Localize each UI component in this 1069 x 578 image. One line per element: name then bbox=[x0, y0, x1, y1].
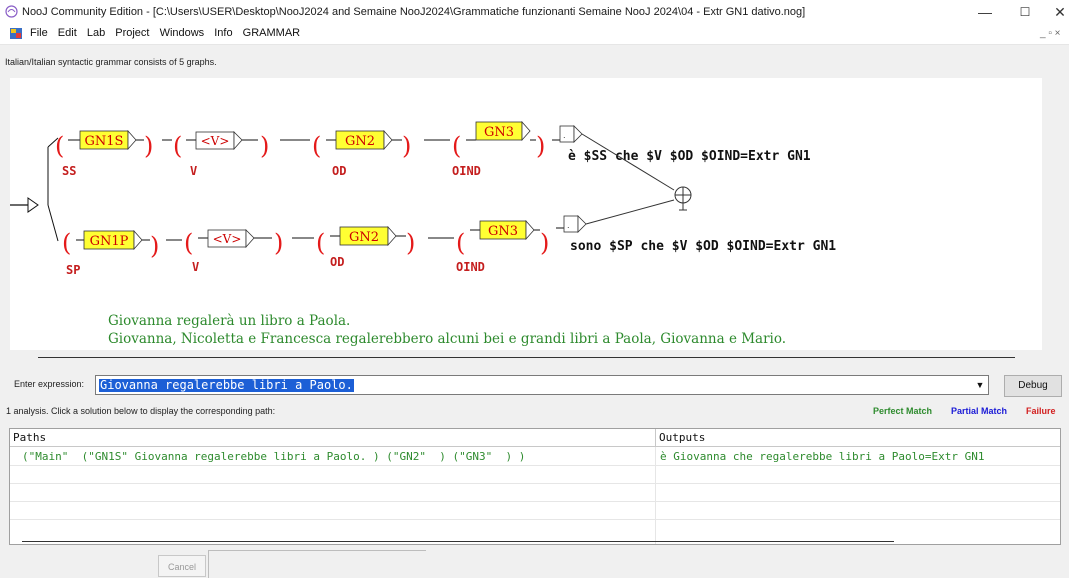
node-gn2[interactable]: GN2 bbox=[335, 129, 393, 151]
nooj-app-icon bbox=[5, 5, 18, 18]
node-gn3[interactable]: GN3 bbox=[479, 219, 535, 241]
paren-open: ( bbox=[62, 229, 71, 257]
node-gn1s[interactable]: GN1S bbox=[79, 129, 137, 151]
var-label-ss: SS bbox=[62, 164, 76, 178]
results-table[interactable]: Paths Outputs ("Main" ("GN1S" Giovanna r… bbox=[9, 428, 1061, 545]
var-label-od: OD bbox=[330, 255, 344, 269]
paren-open: ( bbox=[55, 132, 64, 160]
node-v[interactable]: <V> bbox=[207, 229, 255, 249]
menu-file[interactable]: File bbox=[30, 27, 48, 39]
paren-open: ( bbox=[184, 229, 193, 257]
node-v-label: <V> bbox=[201, 134, 230, 148]
paren-close: ) bbox=[144, 132, 153, 160]
graph-row-1: ( GN1S ) SS ( <V> ) V (GN2) OD (GN3)… bbox=[55, 120, 811, 191]
paren-close: ) bbox=[536, 132, 545, 160]
node-gn2-label: GN2 bbox=[349, 230, 379, 245]
splitter[interactable] bbox=[38, 357, 1015, 358]
cancel-button[interactable]: Cancel bbox=[158, 555, 206, 577]
maximize-button[interactable]: ☐ bbox=[1005, 0, 1045, 24]
chevron-down-icon[interactable]: ▼ bbox=[972, 376, 988, 394]
analysis-status: 1 analysis. Click a solution below to di… bbox=[6, 406, 276, 416]
window-title: NooJ Community Edition - [C:\Users\USER\… bbox=[22, 6, 806, 18]
output-node-2[interactable]: . bbox=[563, 215, 587, 233]
menu-bar: File Edit Lab Project Windows Info GRAMM… bbox=[0, 24, 1069, 45]
paren-close: ) bbox=[402, 132, 411, 160]
legend-failure: Failure bbox=[1026, 406, 1056, 416]
terminal-node[interactable] bbox=[674, 186, 692, 211]
minimize-button[interactable]: — bbox=[965, 0, 1005, 24]
menu-edit[interactable]: Edit bbox=[58, 27, 77, 39]
grammar-info-text: Italian/Italian syntactic grammar consis… bbox=[5, 57, 217, 67]
column-header-outputs[interactable]: Outputs bbox=[656, 429, 1060, 447]
var-label-od: OD bbox=[332, 164, 346, 178]
result-path-cell[interactable]: ("Main" ("GN1S" Giovanna regalerebbe lib… bbox=[22, 448, 525, 465]
var-label-v: V bbox=[192, 260, 199, 274]
menu-lab[interactable]: Lab bbox=[87, 27, 105, 39]
node-gn1p-label: GN1P bbox=[90, 234, 129, 249]
output-row-2: sono $SP che $V $OD $OIND=Extr GN1 bbox=[570, 239, 836, 254]
title-bar: NooJ Community Edition - [C:\Users\USER\… bbox=[0, 0, 1069, 24]
var-label-v: V bbox=[190, 164, 197, 178]
menu-project[interactable]: Project bbox=[115, 27, 149, 39]
output-row-1: è $SS che $V $OD $OIND=Extr GN1 bbox=[568, 149, 811, 164]
paren-close: ) bbox=[540, 229, 549, 257]
paren-close: ) bbox=[406, 229, 415, 257]
menu-info[interactable]: Info bbox=[214, 27, 232, 39]
node-gn1p[interactable]: GN1P bbox=[83, 229, 143, 251]
paren-close: ) bbox=[260, 132, 269, 160]
menu-grammar[interactable]: GRAMMAR bbox=[243, 27, 300, 39]
graph-comment-2: Giovanna, Nicoletta e Francesca regalere… bbox=[108, 331, 786, 347]
close-button[interactable]: ✕ bbox=[1040, 0, 1069, 24]
paren-open: ( bbox=[456, 229, 465, 257]
initial-node[interactable] bbox=[10, 197, 39, 213]
legend-partial-match: Partial Match bbox=[951, 406, 1008, 416]
expression-value[interactable]: Giovanna regalerebbe libri a Paolo. bbox=[99, 379, 354, 392]
output-node-1[interactable]: . bbox=[559, 125, 583, 143]
column-header-paths[interactable]: Paths bbox=[10, 429, 656, 447]
node-v[interactable]: <V> bbox=[195, 131, 243, 151]
node-gn1s-label: GN1S bbox=[85, 134, 124, 149]
paren-open: ( bbox=[312, 132, 321, 160]
status-panel bbox=[208, 550, 426, 578]
var-label-sp: SP bbox=[66, 263, 80, 277]
mdi-controls[interactable]: _ ▫ × bbox=[1040, 28, 1061, 39]
expression-label: Enter expression: bbox=[14, 379, 85, 389]
paren-open: ( bbox=[316, 229, 325, 257]
graph-comment-1: Giovanna regalerà un libro a Paola. bbox=[108, 313, 350, 329]
paren-open: ( bbox=[173, 132, 182, 160]
node-gn2-label: GN2 bbox=[345, 134, 375, 149]
grammar-doc-icon bbox=[10, 28, 22, 39]
node-gn3-label: GN3 bbox=[484, 125, 514, 140]
menu-windows[interactable]: Windows bbox=[160, 27, 205, 39]
svg-text:.: . bbox=[567, 221, 570, 230]
paren-close: ) bbox=[150, 232, 159, 260]
result-output-cell[interactable]: è Giovanna che regalerebbe libri a Paolo… bbox=[660, 448, 985, 465]
bottom-splitter[interactable] bbox=[22, 541, 894, 542]
paren-close: ) bbox=[274, 229, 283, 257]
var-label-oind: OIND bbox=[452, 164, 481, 178]
svg-text:.: . bbox=[563, 131, 566, 140]
legend-perfect-match: Perfect Match bbox=[873, 406, 933, 416]
graph-row-2: ( GN1P ) SP ( <V> ) V (GN2) OD (GN3)… bbox=[62, 199, 836, 277]
expression-input[interactable]: Giovanna regalerebbe libri a Paolo. ▼ bbox=[95, 375, 989, 395]
grammar-graph: ( GN1S ) SS ( <V> ) V (GN2) OD (GN3)… bbox=[10, 120, 836, 347]
node-gn2[interactable]: GN2 bbox=[339, 225, 397, 247]
node-gn3-label: GN3 bbox=[488, 224, 518, 239]
paren-open: ( bbox=[452, 132, 461, 160]
grammar-graph-canvas[interactable]: ( GN1S ) SS ( <V> ) V (GN2) OD (GN3)… bbox=[10, 78, 1042, 350]
debug-button[interactable]: Debug bbox=[1004, 375, 1062, 397]
node-gn3[interactable]: GN3 bbox=[475, 120, 531, 142]
node-v-label: <V> bbox=[213, 232, 242, 246]
var-label-oind: OIND bbox=[456, 260, 485, 274]
